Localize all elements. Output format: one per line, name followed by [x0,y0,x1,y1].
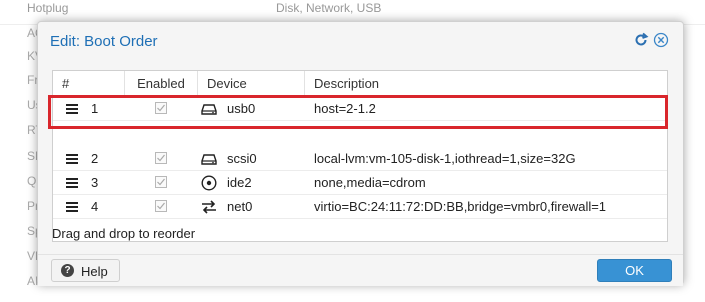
device-name: ide2 [227,175,252,190]
boot-device-row[interactable]: 2 scsi0 local-lvm:vm-105-disk-1,iothread… [53,147,667,171]
device-name: scsi0 [227,151,257,166]
device-description: none,media=cdrom [314,175,426,190]
drag-handle-icon[interactable] [66,154,78,164]
enabled-checkbox[interactable] [155,152,167,164]
enabled-checkbox[interactable] [155,176,167,188]
row-index: 2 [91,151,99,166]
boot-device-row[interactable]: 1 usb0 host=2-1.2 [53,97,667,121]
dialog-title: Edit: Boot Order [50,33,158,50]
usb-drive-icon [201,101,217,117]
dialog-header[interactable]: Edit: Boot Order [38,22,683,62]
help-button[interactable]: ? Help [51,259,120,282]
column-header-description[interactable]: Description [305,71,667,96]
column-header-device[interactable]: Device [198,71,305,96]
device-description: local-lvm:vm-105-disk-1,iothread=1,size=… [314,151,576,166]
column-header-enabled[interactable]: Enabled [125,71,198,96]
row-index: 3 [91,175,99,190]
background-row-key: Hotplug [27,1,69,15]
enabled-checkbox[interactable] [155,102,167,114]
device-name: usb0 [227,101,256,116]
row-index: 4 [91,199,99,214]
column-header-index[interactable]: # [53,71,125,96]
reorder-hint: Drag and drop to reorder [52,226,196,241]
close-icon[interactable] [653,32,669,48]
drag-handle-icon[interactable] [66,178,78,188]
row-index: 1 [91,101,99,116]
drag-handle-icon[interactable] [66,104,78,114]
reset-icon[interactable] [633,32,649,48]
drag-handle-icon[interactable] [66,202,78,212]
grid-header: # Enabled Device Description [53,71,667,97]
help-button-label: Help [81,264,108,279]
boot-device-row[interactable]: 3 ide2 none,media=cdrom [53,171,667,195]
ok-button[interactable]: OK [597,259,672,282]
device-description: virtio=BC:24:11:72:DD:BB,bridge=vmbr0,fi… [314,199,607,214]
device-description: host=2-1.2 [314,101,376,116]
boot-order-dialog: Edit: Boot Order # Enabled Device Descri… [37,21,684,286]
boot-order-grid: # Enabled Device Description 1 usb0 host… [52,70,668,242]
enabled-checkbox[interactable] [155,200,167,212]
dialog-footer: ? Help OK [38,254,683,286]
background-row-value: Disk, Network, USB [276,1,382,15]
network-exchange-icon [201,199,217,215]
help-icon: ? [61,264,74,277]
cdrom-icon [201,175,217,191]
boot-device-row[interactable]: 4 net0 virtio=BC:24:11:72:DD:BB,bridge=v… [53,195,667,219]
device-name: net0 [227,199,253,214]
hard-drive-icon [201,151,217,167]
